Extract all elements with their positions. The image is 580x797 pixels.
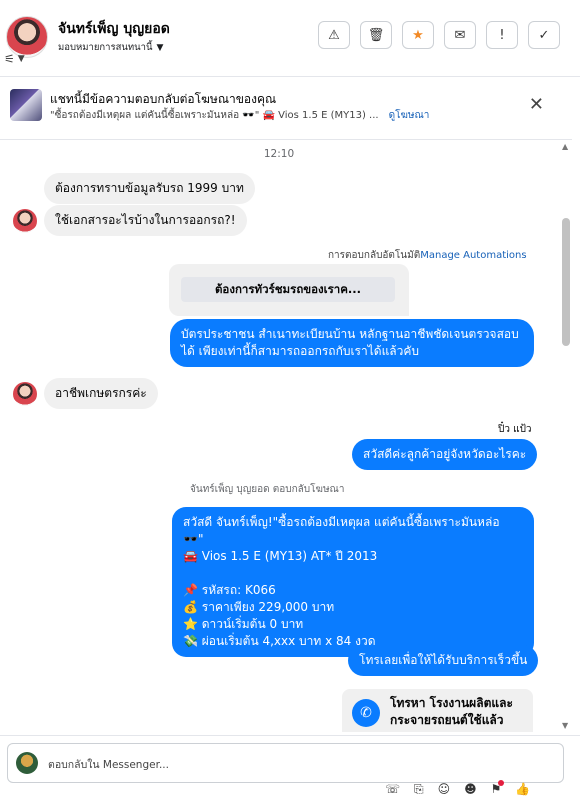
call-button-card[interactable]: ✆ โทรหา โรงงานผลิตและ กระจายรถยนต์ใช้แล้… bbox=[342, 689, 533, 732]
ad-reply-label: จันทร์เพ็ญ บุญยอด ตอบกลับโฆษณา bbox=[190, 484, 345, 495]
warning-icon: ⚠ bbox=[328, 27, 340, 43]
conversation-header: จันทร์เพ็ญ บุญยอด มอบหมายการสนทนานี้ ▼ ⚟… bbox=[0, 0, 580, 77]
scroll-down-arrow-icon[interactable]: ▼ bbox=[562, 721, 568, 730]
incoming-message: ใช้เอกสารอะไรบ้างในการออกรถ?! bbox=[44, 205, 247, 236]
contact-name[interactable]: จันทร์เพ็ญ บุญยอด bbox=[58, 18, 170, 40]
chevron-down-icon: ▼ bbox=[156, 42, 164, 53]
assign-label: มอบหมายการสนทนานี้ bbox=[58, 42, 153, 53]
scroll-up-arrow-icon[interactable]: ▲ bbox=[562, 142, 568, 151]
scroll-thumb[interactable] bbox=[562, 218, 570, 346]
ad-thumbnail bbox=[10, 89, 42, 121]
message-composer: ตอบกลับใน Messenger... ☏ ⎘ ☺ ☻ ⚑ 👍 bbox=[0, 735, 580, 797]
view-ad-link[interactable]: ดูโฆษณา bbox=[389, 110, 430, 121]
attachment-icon[interactable]: ⎘ bbox=[414, 782, 424, 797]
saved-replies-icon[interactable]: ☻ bbox=[464, 782, 477, 797]
message-thread[interactable]: 12:10 ต้องการทราบข้อมูลรับรถ 1999 บาท ใช… bbox=[0, 140, 558, 732]
auto-reply-label: การตอบกลับอัตโนมัติManage Automations bbox=[328, 248, 527, 263]
close-icon[interactable]: ✕ bbox=[529, 94, 544, 115]
done-button[interactable]: ✓ bbox=[528, 21, 560, 49]
automation-icon[interactable]: ⚑ bbox=[491, 780, 505, 797]
ad-banner-subtitle: "ซื้อรถต้องมีเหตุผล แต่คันนี้ซื้อเพราะมั… bbox=[50, 108, 429, 123]
assign-conversation-dropdown[interactable]: มอบหมายการสนทนานี้ ▼ bbox=[58, 40, 163, 55]
ad-reply-banner: แชทนี้มีข้อความตอบกลับต่อโฆษณาของคุณ "ซื… bbox=[0, 77, 572, 140]
sender-name: ปิ๋ว แป้ว bbox=[498, 424, 532, 435]
page-avatar bbox=[16, 752, 38, 774]
manage-automations-link[interactable]: Manage Automations bbox=[420, 250, 526, 261]
thread-scrollbar[interactable]: ▲ ▼ bbox=[560, 140, 574, 732]
incoming-message: ต้องการทราบข้อมูลรับรถ 1999 บาท bbox=[44, 173, 255, 204]
outgoing-message: โทรเลยเพื่อให้ได้รับบริการเร็วขึ้น bbox=[348, 645, 539, 676]
exclamation-icon: ! bbox=[499, 27, 505, 43]
follow-up-button[interactable]: ! bbox=[486, 21, 518, 49]
delete-button[interactable]: 🗑 bbox=[360, 21, 392, 49]
quick-reply-button[interactable]: ต้องการทัวร์ชมรถของเราค... bbox=[181, 277, 395, 302]
ad-snippet: "ซื้อรถต้องมีเหตุผล แต่คันนี้ซื้อเพราะมั… bbox=[50, 110, 379, 121]
call-card-text: โทรหา โรงงานผลิตและ กระจายรถยนต์ใช้แล้ว bbox=[390, 696, 513, 727]
outgoing-message: บัตรประชาชน สำเนาทะเบียนบ้าน หลักฐานอาชี… bbox=[170, 319, 534, 367]
outgoing-ad-message: สวัสดี จันทร์เพ็ญ!"ซื้อรถต้องมีเหตุผล แต… bbox=[172, 507, 534, 657]
emoji-icon[interactable]: ☺ bbox=[438, 782, 451, 797]
composer-tools: ☏ ⎘ ☺ ☻ ⚑ 👍 bbox=[385, 780, 530, 797]
trash-icon: 🗑 bbox=[367, 27, 385, 43]
incoming-message: อาชีพเกษตรกรค่ะ bbox=[44, 378, 158, 409]
mark-unread-button[interactable]: ✉ bbox=[444, 21, 476, 49]
like-icon[interactable]: 👍 bbox=[515, 782, 530, 797]
check-icon: ✓ bbox=[538, 27, 550, 43]
header-actions: ⚠ 🗑 ★ ✉ ! ✓ bbox=[318, 21, 560, 49]
reply-input[interactable]: ตอบกลับใน Messenger... bbox=[7, 743, 564, 783]
ad-banner-title: แชทนี้มีข้อความตอบกลับต่อโฆษณาของคุณ bbox=[50, 92, 277, 106]
message-timestamp: 12:10 bbox=[263, 148, 295, 160]
reply-placeholder: ตอบกลับใน Messenger... bbox=[48, 759, 169, 771]
envelope-icon: ✉ bbox=[454, 27, 466, 43]
filter-dropdown[interactable]: ⚟ ▼ bbox=[4, 52, 25, 66]
star-button[interactable]: ★ bbox=[402, 21, 434, 49]
outgoing-message: สวัสดีค่ะลูกค้าอยู่จังหวัดอะไรคะ bbox=[352, 439, 538, 470]
star-icon: ★ bbox=[412, 27, 424, 43]
quick-reply-card: ต้องการทัวร์ชมรถของเราค... bbox=[169, 264, 409, 316]
sliders-icon: ⚟ bbox=[4, 52, 15, 66]
contact-avatar-small bbox=[13, 382, 37, 406]
add-contact-icon[interactable]: ☏ bbox=[385, 782, 400, 797]
chevron-down-icon: ▼ bbox=[17, 54, 25, 64]
auto-reply-text: การตอบกลับอัตโนมัติ bbox=[328, 250, 421, 261]
contact-avatar-small bbox=[13, 209, 37, 233]
phone-icon: ✆ bbox=[352, 699, 380, 727]
spam-button[interactable]: ⚠ bbox=[318, 21, 350, 49]
